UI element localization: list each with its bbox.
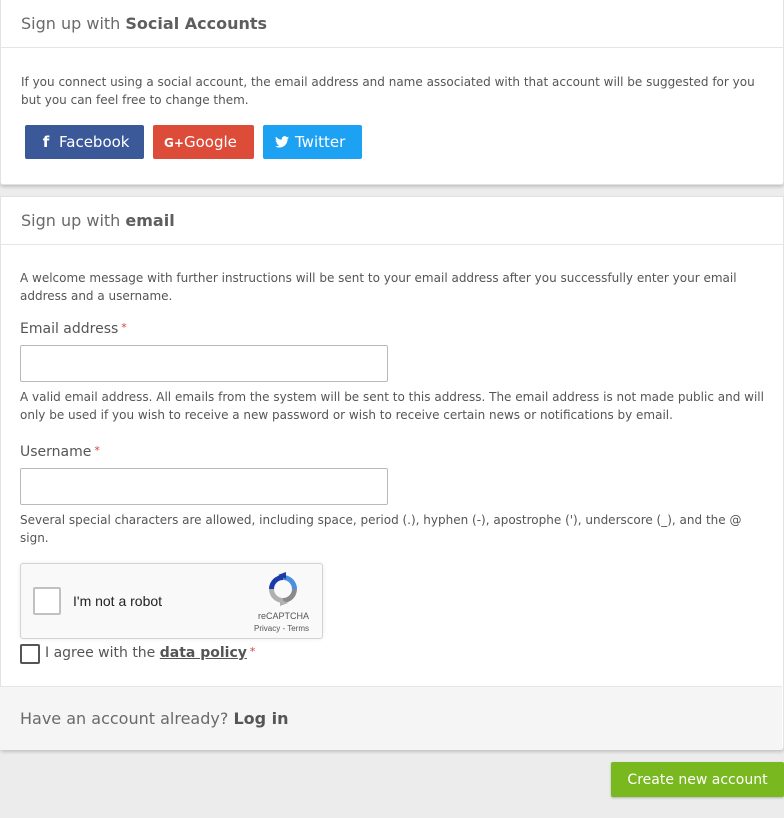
data-policy-link[interactable]: data policy	[160, 645, 247, 661]
data-policy-required-mark: *	[249, 645, 256, 658]
twitter-icon	[275, 125, 289, 159]
login-footer: Have an account already? Log in	[0, 686, 782, 750]
recaptcha-label: I'm not a robot	[73, 593, 163, 609]
google-button[interactable]: G+Google	[153, 125, 254, 159]
recaptcha-brand: reCAPTCHA	[257, 611, 309, 621]
google-plus-icon: G+	[164, 136, 184, 150]
create-account-button[interactable]: Create new account	[611, 762, 784, 797]
email-panel-heading: Sign up with email	[1, 197, 783, 245]
twitter-button-label: Twitter	[295, 133, 346, 151]
username-field[interactable]	[20, 468, 388, 505]
login-prompt-text: Have an account already?	[20, 709, 229, 728]
email-help-text: A welcome message with further instructi…	[20, 271, 737, 303]
email-heading-strong: email	[125, 211, 175, 230]
username-required-mark: *	[94, 444, 100, 457]
email-description: A valid email address. All emails from t…	[20, 390, 764, 422]
username-label-text: Username	[20, 444, 92, 460]
email-heading-prefix: Sign up with	[21, 211, 121, 230]
social-panel-heading: Sign up with Social Accounts	[1, 0, 783, 48]
twitter-button[interactable]: Twitter	[263, 125, 362, 159]
recaptcha-legal-links[interactable]: Privacy - Terms	[254, 624, 309, 633]
email-field[interactable]	[20, 345, 388, 382]
login-prompt: Have an account already? Log in	[20, 709, 289, 728]
recaptcha-logo-icon	[269, 572, 297, 606]
facebook-icon: f	[42, 133, 50, 151]
social-signup-panel: Sign up with Social Accounts If you conn…	[0, 0, 784, 185]
data-policy-label: I agree with the data policy *	[45, 645, 255, 661]
email-required-mark: *	[121, 321, 127, 334]
facebook-button-label: Facebook	[59, 133, 130, 151]
username-description: Several special characters are allowed, …	[20, 513, 742, 545]
social-help-text: If you connect using a social account, t…	[21, 75, 755, 107]
login-link[interactable]: Log in	[233, 709, 288, 728]
data-policy-prefix: I agree with the	[45, 645, 156, 661]
recaptcha-widget: I'm not a robot reCAPTCHA Privacy - Term…	[20, 563, 323, 639]
data-policy-checkbox[interactable]	[20, 644, 40, 664]
social-heading-prefix: Sign up with	[21, 14, 121, 33]
facebook-button[interactable]: f Facebook	[25, 125, 144, 159]
google-button-label: Google	[184, 133, 237, 151]
recaptcha-checkbox[interactable]	[33, 587, 61, 615]
username-label: Username *	[20, 444, 100, 460]
email-label: Email address *	[20, 321, 127, 337]
email-label-text: Email address	[20, 321, 119, 337]
social-heading-strong: Social Accounts	[125, 14, 268, 33]
